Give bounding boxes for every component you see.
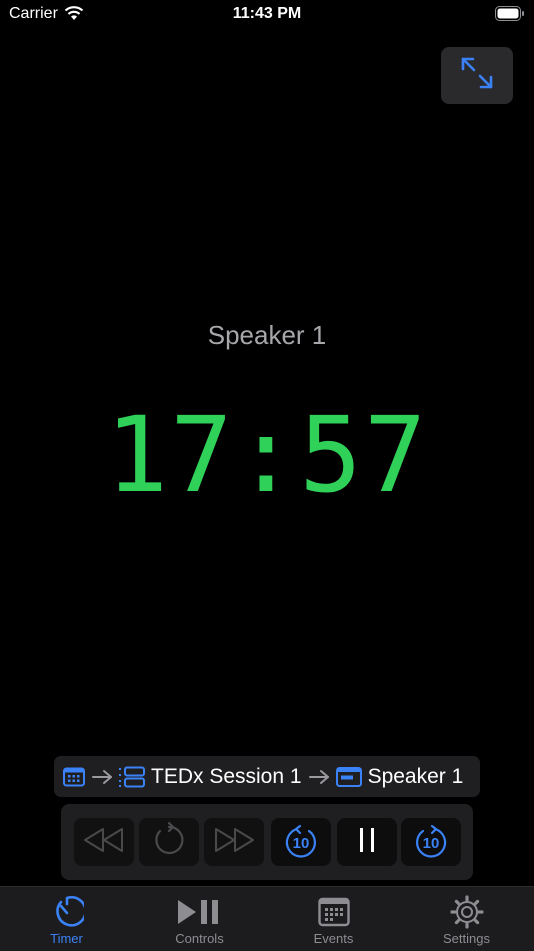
tab-timer[interactable]: Timer — [0, 887, 133, 951]
tab-controls-label: Controls — [175, 931, 224, 946]
session-list-icon[interactable] — [119, 766, 145, 788]
breadcrumb-session[interactable]: TEDx Session 1 — [151, 765, 302, 789]
expand-icon — [459, 55, 495, 96]
tab-bar: Timer Controls Events Settings — [0, 886, 534, 951]
skip-back-10-button[interactable]: 10 — [271, 818, 331, 866]
previous-button[interactable] — [74, 818, 134, 866]
tab-controls[interactable]: Controls — [133, 887, 266, 951]
status-time: 11:43 PM — [232, 5, 302, 22]
skip-back-icon: 10 — [283, 824, 319, 860]
breadcrumb: TEDx Session 1 Speaker 1 — [54, 756, 480, 797]
pause-button[interactable] — [337, 818, 397, 866]
breadcrumb-speaker[interactable]: Speaker 1 — [368, 765, 464, 789]
pause-icon — [357, 826, 377, 859]
fast-forward-icon — [212, 826, 256, 859]
arrow-right-icon — [308, 769, 330, 785]
countdown-time: 17:57 — [105, 394, 429, 516]
tab-settings[interactable]: Settings — [400, 887, 533, 951]
arrow-right-icon — [91, 769, 113, 785]
restart-button[interactable] — [139, 818, 199, 866]
tab-settings-label: Settings — [443, 931, 490, 946]
timer-icon — [50, 895, 84, 929]
rewind-icon — [82, 826, 126, 859]
fullscreen-button[interactable] — [441, 47, 513, 104]
skip-forward-icon: 10 — [413, 824, 449, 860]
tab-timer-label: Timer — [50, 931, 83, 946]
skip-forward-10-button[interactable]: 10 — [401, 818, 461, 866]
play-pause-icon — [176, 895, 224, 929]
next-button[interactable] — [204, 818, 264, 866]
tab-events-label: Events — [313, 931, 354, 946]
speaker-card-icon[interactable] — [335, 766, 362, 787]
calendar-icon — [317, 895, 350, 929]
playback-controls: 10 10 — [61, 804, 473, 880]
speaker-name: Speaker 1 — [207, 320, 327, 350]
skip-forward-label: 10 — [422, 835, 440, 852]
status-bar: Carrier 11:43 PM — [0, 0, 534, 30]
tab-events[interactable]: Events — [267, 887, 400, 951]
battery-icon — [495, 6, 525, 26]
skip-back-label: 10 — [292, 835, 310, 852]
restart-icon — [151, 821, 187, 863]
gear-icon — [449, 895, 484, 929]
calendar-icon[interactable] — [63, 767, 85, 787]
